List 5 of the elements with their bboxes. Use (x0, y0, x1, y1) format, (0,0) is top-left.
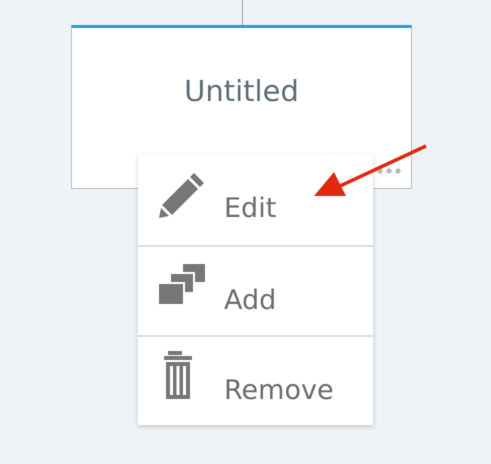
menu-item[interactable]: Remove (138, 335, 373, 425)
connector-line (242, 0, 243, 25)
menu-item[interactable]: Add (138, 245, 373, 335)
node-title: Untitled (184, 73, 299, 109)
more-icon[interactable] (377, 168, 401, 174)
